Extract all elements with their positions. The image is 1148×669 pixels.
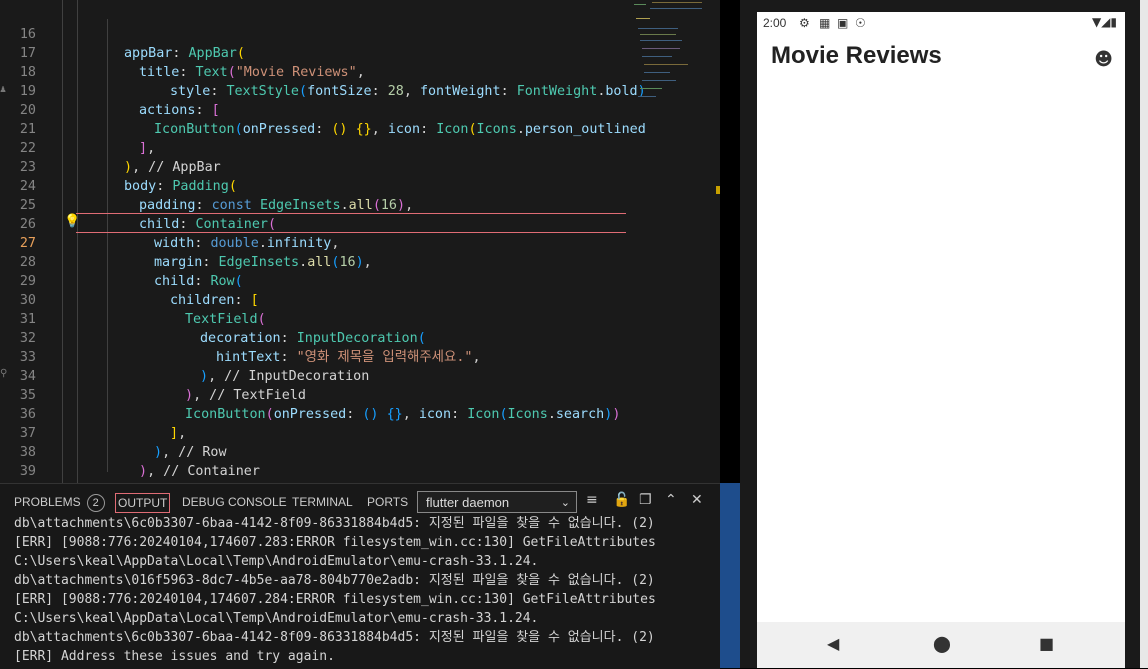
code-line-active[interactable]: 27 margin: EdgeInsets.all(16), <box>0 215 626 270</box>
log-line: [ERR] Address these issues and try again… <box>14 649 335 664</box>
code-line[interactable]: 17 title: Text("Movie Reviews", <box>0 25 626 80</box>
code-line[interactable]: 35 IconButton(onPressed: () {}, icon: Ic… <box>0 367 626 422</box>
code-line[interactable]: 37 ), // Row <box>0 405 626 460</box>
log-line: db\attachments\016f5963-8dc7-4b5e-aa78-8… <box>14 573 655 588</box>
code-line[interactable]: 29 children: [ <box>0 253 626 308</box>
background-window-edge <box>1140 0 1148 668</box>
tab-output[interactable]: OUTPUT <box>115 493 171 513</box>
log-line: C:\Users\keal\AppData\Local\Temp\Android… <box>14 554 539 569</box>
code-line[interactable]: 36 ], <box>0 386 626 441</box>
android-nav-bar: ◀ ⬤ ■ <box>757 622 1125 668</box>
code-line[interactable]: 28 child: Row( <box>0 234 626 289</box>
back-icon[interactable]: ◀ <box>827 634 839 653</box>
code-line[interactable]: 38 ), // Container <box>0 424 626 479</box>
lock-icon[interactable]: 🔓 <box>613 492 630 508</box>
code-line[interactable]: 20 IconButton(onPressed: () {}, icon: Ic… <box>0 82 646 137</box>
signal-battery-icon: ▼◢▮ <box>1091 15 1117 29</box>
code-line[interactable]: 40 ), // Scaffold <box>0 462 626 481</box>
tab-debug-console[interactable]: DEBUG CONSOLE <box>182 493 287 511</box>
problems-count-badge: 2 <box>86 494 105 512</box>
clear-output-icon[interactable]: ≡ <box>586 492 598 508</box>
code-line[interactable]: 39 ), // Padding <box>0 443 626 479</box>
log-line: db\attachments\6c0b3307-6baa-4142-8f09-8… <box>14 630 655 645</box>
log-line: C:\Users\keal\AppData\Local\Temp\Android… <box>14 611 539 626</box>
bottom-panel: PROBLEMS 2 OUTPUT DEBUG CONSOLE TERMINAL … <box>0 483 720 669</box>
output-channel-select[interactable]: flutter daemon ⌄ <box>417 491 577 513</box>
code-line[interactable]: 23 body: Padding( <box>0 139 626 194</box>
status-time: 2:00 <box>763 16 787 30</box>
recents-icon[interactable]: ■ <box>1039 634 1054 653</box>
tab-terminal[interactable]: TERMINAL <box>292 493 353 511</box>
code-line[interactable]: 18 style: TextStyle(fontSize: 28, fontWe… <box>0 44 646 99</box>
home-icon[interactable]: ⬤ <box>933 634 951 653</box>
code-line[interactable]: 22 ), // AppBar <box>0 120 626 175</box>
code-line[interactable]: 34 ), // TextField <box>0 348 626 403</box>
phone-screen[interactable]: 2:00 ⚙ ▦ ▣ ☉ ▼◢▮ Movie Reviews ☻ <box>757 12 1125 622</box>
sdcard-icon: ▣ <box>837 16 849 30</box>
minimap[interactable] <box>632 0 712 110</box>
code-editor[interactable]: ♟ ⚲ 💡 16 appBar: AppBar( 17 title: Text(… <box>0 0 720 483</box>
log-line: [ERR] [9088:776:20240104,174607.284:ERRO… <box>14 592 656 607</box>
code-line[interactable]: 21 ], <box>0 101 626 156</box>
tab-problems[interactable]: PROBLEMS 2 <box>14 493 105 512</box>
sync-icon: ☉ <box>855 16 866 30</box>
log-line: db\attachments\6c0b3307-6baa-4142-8f09-8… <box>14 516 655 531</box>
code-line[interactable]: 31 decoration: InputDecoration( <box>0 291 626 346</box>
code-line[interactable]: 19 actions: [ <box>0 63 626 118</box>
settings-icon: ⚙ <box>799 16 810 30</box>
person-outlined-icon[interactable]: ☻ <box>1094 49 1113 70</box>
code-line[interactable]: 16 appBar: AppBar( <box>0 6 626 61</box>
code-line[interactable]: 32 hintText: "영화 제목을 입력해주세요.", <box>0 310 626 365</box>
desktop-background <box>720 483 740 668</box>
tab-ports[interactable]: PORTS <box>367 493 408 511</box>
chevron-down-icon: ⌄ <box>560 497 570 509</box>
maximize-panel-icon[interactable]: ⌃ <box>665 492 677 508</box>
close-icon[interactable]: ✕ <box>691 492 703 508</box>
code-line[interactable]: 33 ), // InputDecoration <box>0 329 626 384</box>
log-line: [ERR] [9088:776:20240104,174607.283:ERRO… <box>14 535 656 550</box>
code-line[interactable]: 30 TextField( <box>0 272 626 327</box>
copy-icon[interactable]: ❐ <box>639 492 652 508</box>
output-log[interactable]: db\attachments\6c0b3307-6baa-4142-8f09-8… <box>14 514 656 666</box>
scrollbar-marker[interactable] <box>716 186 720 194</box>
code-line[interactable]: 26 width: double.infinity, <box>0 196 626 251</box>
code-line[interactable]: 24 padding: const EdgeInsets.all(16), <box>0 158 626 213</box>
code-line[interactable]: 25 child: Container( <box>0 177 626 232</box>
app-title: Movie Reviews <box>771 42 942 69</box>
notification-icon: ▦ <box>819 16 831 30</box>
